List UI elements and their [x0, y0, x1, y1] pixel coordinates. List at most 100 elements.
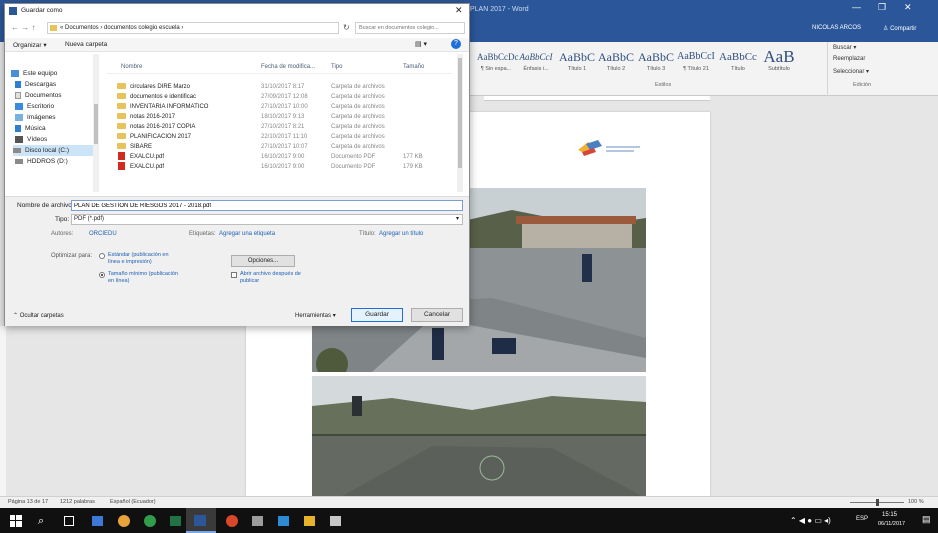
options-button[interactable]: Opciones...: [231, 255, 295, 267]
share-button[interactable]: ♙ Compartir: [883, 25, 916, 32]
up-arrow-icon[interactable]: ↑: [31, 23, 35, 32]
chrome-app-icon[interactable]: [144, 515, 156, 527]
search-icon[interactable]: ⌕: [38, 514, 52, 528]
drive-icon: [13, 147, 21, 153]
chevron-down-icon: ▾: [332, 313, 336, 319]
firefox-app-icon[interactable]: [118, 515, 130, 527]
style-item[interactable]: AaBbC Título 2: [597, 48, 635, 78]
app-icon[interactable]: [330, 516, 341, 526]
optimize-label: Optimizar para:: [51, 253, 93, 259]
help-icon[interactable]: ?: [451, 39, 461, 49]
excel-app-icon[interactable]: [170, 516, 181, 526]
table-row[interactable]: INVENTARIA INFORMATICO 27/10/2017 10:00 Ca…: [107, 102, 452, 112]
style-item[interactable]: AaBbCcI ¶ Título 21: [677, 48, 715, 78]
organize-button[interactable]: Organizar ▾: [13, 41, 47, 49]
table-row[interactable]: SIBARE 27/10/2017 10:07 Carpeta de archivo…: [107, 142, 452, 152]
view-options-icon[interactable]: ▤ ▾: [415, 40, 427, 48]
replace-button[interactable]: Reemplazar: [833, 56, 865, 62]
clock-date[interactable]: 06/11/2017: [878, 521, 905, 527]
zoom-level[interactable]: 100 %: [908, 499, 924, 505]
table-row[interactable]: PLANIFICACION 2017 22/10/2017 11:10 Carpet…: [107, 132, 452, 142]
filename-input[interactable]: [71, 200, 463, 211]
back-arrow-icon[interactable]: ←: [11, 23, 19, 32]
nav-item-documents[interactable]: Documentos: [15, 90, 62, 101]
app-icon[interactable]: [278, 516, 289, 526]
status-words[interactable]: 1212 palabras: [60, 499, 95, 505]
status-language[interactable]: Español (Ecuador): [110, 499, 156, 505]
style-item[interactable]: AaBbCcDc ¶ Sin espa...: [477, 48, 519, 78]
column-type[interactable]: Tipo: [331, 64, 342, 70]
keyboard-language[interactable]: ESP: [856, 516, 868, 522]
open-after-publish-checkbox[interactable]: Abrir archivo después de publicar: [231, 271, 311, 287]
address-bar[interactable]: « Documentos › documentos colegio escuel…: [47, 22, 339, 34]
status-page[interactable]: Página 13 de 17: [8, 499, 48, 505]
find-button[interactable]: Buscar ▾: [833, 44, 856, 51]
nav-scrollbar[interactable]: [93, 54, 99, 192]
style-item[interactable]: AaBbC Título 3: [637, 48, 675, 78]
save-button[interactable]: Guardar: [351, 308, 403, 322]
new-folder-button[interactable]: Nueva carpeta: [65, 41, 107, 48]
nav-item-drive-d[interactable]: HDDROS (D:): [15, 156, 68, 167]
table-row[interactable]: EXALCU.pdf 16/10/2017 9:00 Documento PDF 17…: [107, 152, 452, 162]
table-row[interactable]: EXALCU.pdf 16/10/2017 9:00 Documento PDF 17…: [107, 162, 452, 172]
close-icon[interactable]: ✕: [904, 2, 912, 13]
cancel-button[interactable]: Cancelar: [411, 308, 463, 322]
search-input[interactable]: [355, 22, 465, 34]
app-icon[interactable]: [226, 515, 238, 527]
horizontal-ruler: [484, 96, 710, 101]
style-item[interactable]: AaBbCc Título: [717, 48, 759, 78]
table-row[interactable]: documentos e identificac 27/09/2017 12:08…: [107, 92, 452, 102]
type-label: Tipo:: [55, 216, 70, 223]
notifications-icon[interactable]: ▤: [922, 514, 931, 525]
file-list-scrollbar[interactable]: [457, 54, 463, 192]
file-list: Nombre Fecha de modifica... Tipo Tamaño …: [107, 54, 467, 194]
radio-icon: [99, 253, 105, 259]
style-item[interactable]: AaBbC Título 1: [559, 48, 595, 78]
folder-icon: [117, 143, 126, 150]
column-name[interactable]: Nombre: [121, 64, 142, 70]
authors-field[interactable]: ORCIEDU: [89, 231, 117, 237]
task-view-icon[interactable]: [64, 516, 74, 526]
nav-item-local-disk[interactable]: Disco local (C:): [13, 145, 93, 156]
minimize-icon[interactable]: —: [852, 2, 861, 12]
tray-icons[interactable]: ⌃ ◀ ● ▭ ◂): [790, 516, 831, 525]
table-row[interactable]: circulares DIRE Marzo 31/10/2017 8:17 Carp…: [107, 82, 452, 92]
column-date[interactable]: Fecha de modifica...: [261, 64, 315, 70]
title-field[interactable]: Agregar un título: [379, 231, 423, 237]
nav-item-downloads[interactable]: Descargas: [15, 79, 56, 90]
style-item[interactable]: AaB Subtítulo: [761, 48, 797, 78]
desktop-icon: [15, 102, 23, 110]
nav-item-music[interactable]: Música: [15, 123, 46, 134]
table-row[interactable]: notas 2016-2017 18/10/2017 9:13 Carpeta de…: [107, 112, 452, 122]
refresh-icon[interactable]: ↻: [343, 23, 350, 32]
user-name[interactable]: NICOLAS ARCOS: [812, 25, 861, 31]
nav-item-desktop[interactable]: Escritorio: [15, 101, 54, 112]
taskbar: ⌕ ⌃ ◀ ● ▭ ◂) ESP 15:15 06/11/2017 ▤: [0, 508, 938, 533]
nav-item-this-pc[interactable]: Este equipo: [11, 68, 57, 79]
clock-time[interactable]: 15:15: [882, 512, 897, 518]
app-icon[interactable]: [304, 516, 315, 526]
word-taskbar-button[interactable]: [186, 508, 216, 533]
start-button[interactable]: [10, 515, 22, 527]
style-item[interactable]: AaBbCcI Énfasis i...: [517, 48, 555, 78]
tags-label: Etiquetas:: [189, 231, 216, 237]
nav-item-videos[interactable]: Vídeos: [15, 134, 47, 145]
optimize-minimum-radio[interactable]: Tamaño mínimo (publicación en línea): [99, 271, 179, 287]
calculator-app-icon[interactable]: [92, 516, 103, 526]
dialog-close-icon[interactable]: ✕: [455, 5, 463, 16]
maximize-icon[interactable]: ❐: [878, 2, 886, 13]
nav-item-pictures[interactable]: Imágenes: [15, 112, 56, 123]
column-size[interactable]: Tamaño: [403, 64, 424, 70]
optimize-standard-radio[interactable]: Estándar (publicación en línea e impresi…: [99, 252, 179, 268]
zoom-slider[interactable]: [850, 499, 904, 506]
forward-arrow-icon[interactable]: →: [21, 23, 29, 32]
app-icon[interactable]: [252, 516, 263, 526]
tools-button[interactable]: Herramientas ▾: [295, 312, 336, 319]
select-button[interactable]: Seleccionar ▾: [833, 68, 869, 75]
type-select[interactable]: PDF (*.pdf) ▾: [71, 214, 463, 225]
hide-folders-button[interactable]: ⌃ Ocultar carpetas: [13, 312, 64, 319]
table-row[interactable]: notas 2016-2017 COPIA 27/10/2017 8:21 Carp…: [107, 122, 452, 132]
folder-icon: [117, 123, 126, 130]
tags-field[interactable]: Agregar una etiqueta: [219, 231, 275, 237]
documents-icon: [15, 91, 21, 99]
